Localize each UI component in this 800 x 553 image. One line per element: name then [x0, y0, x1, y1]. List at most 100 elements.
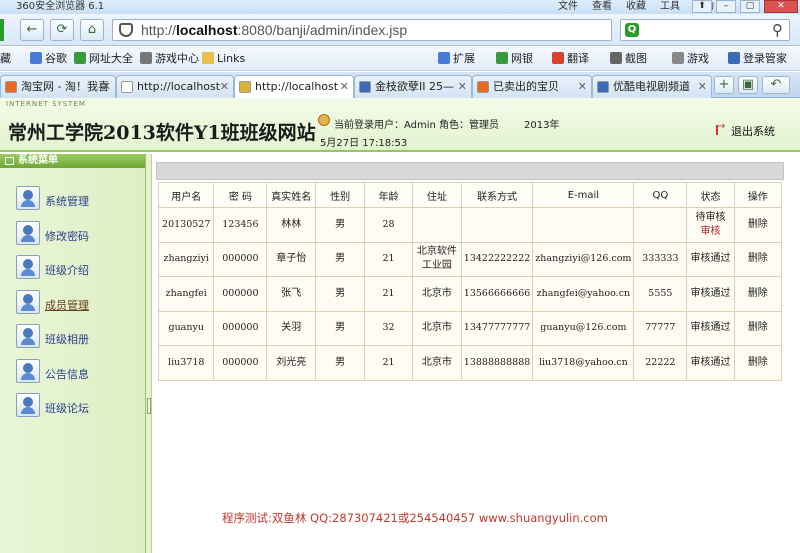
address-bar[interactable]: http://localhost:8080/banji/admin/index.… — [112, 19, 612, 41]
status-text: 审核通过 — [690, 356, 731, 368]
minimize-button[interactable]: – — [716, 0, 736, 13]
footer-note: 程序测试:双鱼林 QQ:287307421或254540457 www.shua… — [222, 511, 608, 525]
favorite-link[interactable]: 网址大全 — [74, 52, 133, 66]
cell-password: 123456 — [213, 207, 268, 243]
sidebar-item[interactable]: 班级相册 — [16, 324, 136, 350]
sidebar-splitter[interactable] — [146, 154, 152, 553]
delete-link[interactable]: 删除 — [733, 276, 783, 312]
toolbar-tool[interactable]: 翻译 — [552, 52, 589, 66]
browser-tab[interactable]: http://localhost ✕ — [234, 75, 354, 98]
tool-label: 截图 — [625, 52, 647, 65]
cell-status: 审核通过 — [686, 276, 735, 312]
tool-icon — [728, 52, 740, 64]
column-header: 操作 — [733, 182, 783, 208]
browser-tab[interactable]: http://localhost ✕ — [116, 75, 234, 98]
menu-item[interactable]: 工具 — [660, 0, 680, 14]
favorite-link[interactable]: 藏 — [0, 52, 11, 66]
tab-bar: + ▣ ↶ 淘宝网 - 淘！我喜 ✕ http://localhost ✕ http:/… — [0, 72, 800, 98]
logout-icon — [716, 121, 728, 135]
address-prefix: http:// — [141, 22, 177, 38]
search-engine-icon[interactable]: Q — [625, 23, 639, 37]
tool-icon — [496, 52, 508, 64]
pin-icon[interactable]: ⬆ — [692, 0, 712, 13]
refresh-button[interactable]: ⟳ — [50, 19, 74, 41]
browser-tab[interactable]: 淘宝网 - 淘！我喜 ✕ — [0, 75, 116, 98]
user-icon — [16, 358, 40, 383]
browser-tab[interactable]: 优酷电视剧频道 ✕ — [592, 75, 712, 98]
favorite-icon — [140, 52, 152, 64]
column-header: 住址 — [411, 182, 462, 208]
content-toolbar — [156, 162, 784, 180]
tab-close-icon[interactable]: ✕ — [102, 76, 111, 97]
favorite-link[interactable]: 谷歌 — [30, 52, 67, 66]
menu-item[interactable]: 收藏 — [626, 0, 646, 14]
toolbar-tool[interactable]: 截图 — [610, 52, 647, 66]
close-window-button[interactable]: ✕ — [764, 0, 798, 13]
logout-link[interactable]: 退出系统 — [716, 121, 775, 139]
sidebar-item[interactable]: 修改密码 — [16, 220, 136, 247]
toolbar-tool[interactable]: 游戏 — [672, 52, 709, 66]
approve-link[interactable]: 审核 — [689, 225, 731, 239]
tab-close-icon[interactable]: ✕ — [220, 76, 229, 97]
tab-close-icon[interactable]: ✕ — [698, 76, 707, 97]
cell-phone: 13888888888 — [460, 345, 534, 381]
favorite-link[interactable]: 游戏中心 — [140, 52, 199, 66]
toolbar-tool[interactable]: 扩展 — [438, 52, 475, 66]
back-button[interactable]: ← — [20, 19, 44, 41]
browser-app-title: 360安全浏览器 6.1 — [16, 1, 105, 12]
user-icon — [16, 220, 40, 245]
tool-label: 扩展 — [453, 52, 475, 65]
menu-item[interactable]: 文件 — [558, 0, 578, 14]
delete-link[interactable]: 删除 — [733, 241, 783, 277]
browser-tab[interactable]: 已卖出的宝贝 ✕ — [472, 75, 592, 98]
tab-close-icon[interactable]: ✕ — [340, 76, 349, 97]
splitter-grip[interactable] — [147, 398, 151, 414]
favorite-link[interactable]: Links — [202, 52, 245, 66]
sidebar-item[interactable]: 系统管理 — [16, 186, 136, 212]
tool-label: 游戏 — [687, 52, 709, 65]
favorite-icon — [202, 52, 214, 64]
browser-menu: 文件查看收藏工具帮助 — [558, 0, 714, 14]
home-button[interactable]: ⌂ — [80, 19, 104, 41]
cell-name: 刘光亮 — [266, 345, 317, 381]
user-icon — [16, 255, 40, 279]
search-box[interactable]: Q ⚲ — [620, 19, 790, 41]
tool-icon — [552, 52, 564, 64]
sidebar-item[interactable]: 公告信息 — [16, 358, 136, 385]
cell-qq: 77777 — [633, 310, 688, 346]
cell-name: 章子怡 — [266, 241, 317, 277]
delete-link[interactable]: 删除 — [733, 207, 783, 243]
new-tab-button[interactable]: + — [714, 76, 734, 94]
cell-email: guanyu@126.com — [532, 310, 635, 346]
tab-close-icon[interactable]: ✕ — [578, 76, 587, 97]
delete-link[interactable]: 删除 — [733, 345, 783, 381]
cell-name: 张飞 — [266, 276, 317, 312]
status-text: 待审核 — [695, 211, 726, 223]
tab-label: 淘宝网 - 淘！我喜 — [21, 80, 109, 93]
toolbar-tool[interactable]: 登录管家 — [728, 52, 787, 66]
sidebar-header: 系统菜单 — [0, 154, 145, 168]
undo-close-icon[interactable]: ↶ — [762, 76, 790, 94]
tab-label: http://localhost — [137, 80, 221, 93]
tab-close-icon[interactable]: ✕ — [458, 76, 467, 97]
delete-link[interactable]: 删除 — [733, 310, 783, 346]
table-row: 20130527 123456 林林男 28 待审核 审核 删除 — [157, 207, 783, 243]
cell-age: 32 — [364, 310, 413, 346]
tab-favicon-icon — [477, 81, 489, 93]
favorite-label: 藏 — [0, 52, 11, 65]
menu-item[interactable]: 查看 — [592, 0, 612, 14]
sidebar-item-label: 班级相册 — [45, 333, 89, 346]
tab-list-icon[interactable]: ▣ — [738, 76, 758, 94]
table-row: zhangziyi 000000 章子怡男 21 北京软件工业园 13422222222 z… — [157, 241, 783, 277]
cell-email: zhangfei@yahoo.cn — [532, 276, 635, 312]
address-host: localhost — [176, 22, 238, 38]
toolbar-tool[interactable]: 网银 — [496, 52, 533, 66]
maximize-button[interactable]: ▢ — [740, 0, 760, 13]
search-icon[interactable]: ⚲ — [772, 21, 783, 39]
sidebar-item[interactable]: 成员管理 — [16, 289, 136, 316]
browser-tab[interactable]: 金枝欲孽II 25— ✕ — [354, 75, 472, 98]
sidebar-item[interactable]: 班级论坛 — [16, 393, 136, 419]
table-header-row: 用户名密 码真实姓名 性别 年龄 住址 联系方式 E-mail QQ 状态 操作 — [157, 182, 783, 208]
cell-username: 20130527 — [157, 207, 215, 243]
sidebar-item[interactable]: 班级介绍 — [16, 255, 136, 281]
